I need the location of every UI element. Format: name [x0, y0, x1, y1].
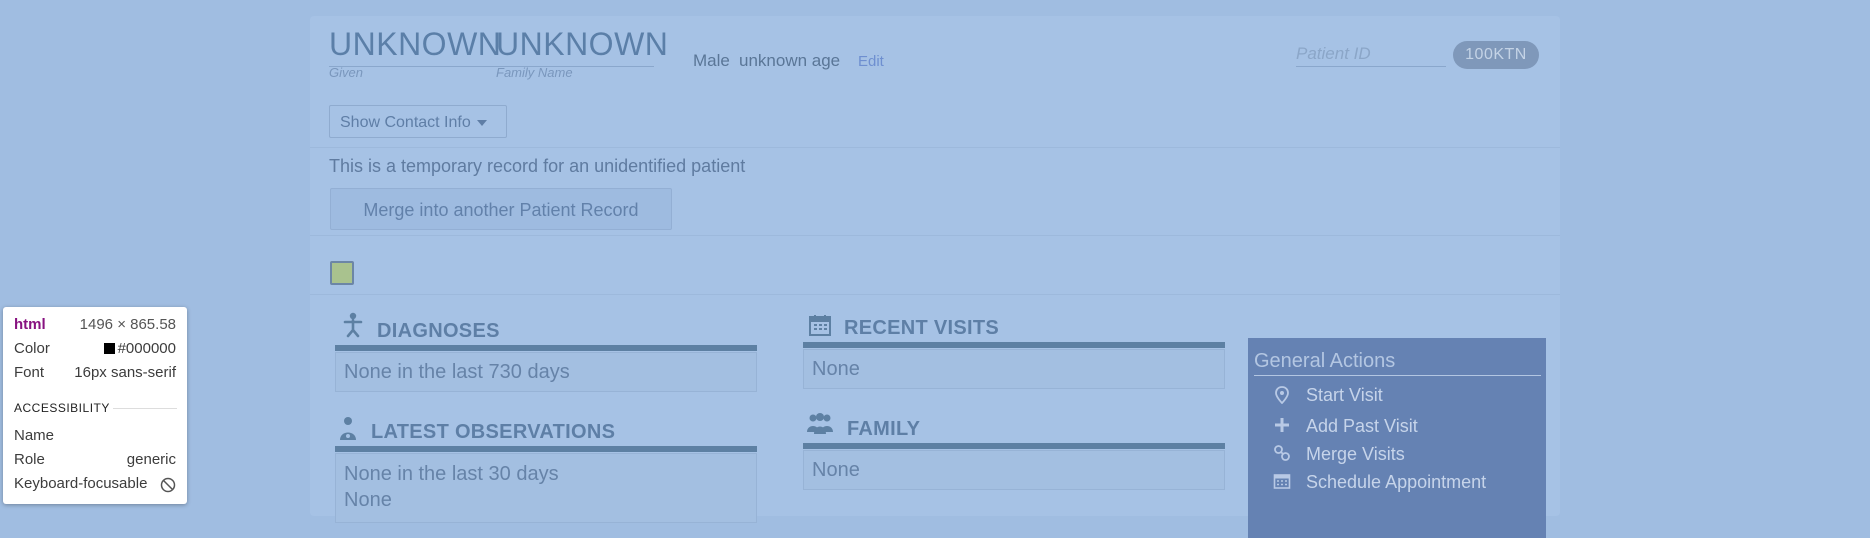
recent-visits-empty-text: None [812, 358, 860, 380]
family-name: UNKNOWN [496, 26, 669, 62]
latest-observations-empty-text: None in the last 30 days [344, 463, 559, 485]
family-body: None [803, 450, 1225, 490]
doctor-icon [340, 417, 356, 440]
gender-text: Male [693, 51, 730, 70]
inspector-tag: html [14, 316, 46, 333]
calendar-icon [809, 315, 831, 336]
recent-visits-bar [803, 342, 1225, 348]
color-swatch-icon [103, 343, 115, 354]
patient-id-badge: 100KTN [1453, 41, 1539, 69]
given-name: UNKNOWN [329, 26, 502, 62]
plus-icon [1275, 418, 1289, 432]
inspector-role-label: Role [14, 451, 45, 468]
location-pin-icon [1275, 386, 1289, 404]
family-empty-text: None [812, 459, 860, 481]
age-text: unknown age [739, 51, 841, 70]
link-icon [1274, 445, 1290, 461]
sticky-note-band [310, 235, 1560, 295]
diagnoses-empty-text: None in the last 730 days [344, 361, 570, 383]
inspector-color-label: Color [14, 340, 50, 357]
inspector-role-value: generic [126, 451, 176, 468]
add-past-visit-action[interactable]: Add Past Visit [1306, 416, 1418, 437]
latest-observations-extra-text: None [344, 489, 392, 511]
calendar-icon [1273, 474, 1291, 489]
devtools-inspector-tooltip: html 1496 × 865.58 Color #000000 Font 16… [3, 307, 187, 504]
inspector-focusable-label: Keyboard-focusable [14, 475, 148, 492]
people-icon [807, 413, 833, 434]
edit-link[interactable]: Edit [858, 53, 884, 70]
not-allowed-icon [160, 477, 176, 493]
recent-visits-body: None [803, 349, 1225, 389]
diagnoses-bar [335, 345, 757, 351]
merge-visits-action[interactable]: Merge Visits [1306, 444, 1405, 465]
merge-patient-record-button[interactable]: Merge into another Patient Record [330, 188, 672, 230]
general-actions-title: General Actions [1254, 350, 1396, 372]
diagnosis-icon [343, 312, 363, 338]
temporary-record-message: This is a temporary record for an uniden… [329, 156, 746, 176]
family-bar [803, 443, 1225, 449]
caret-down-icon [476, 119, 487, 126]
diagnoses-body: None in the last 730 days [335, 352, 757, 392]
patient-header: UNKNOWN UNKNOWN Given Family Name Male u… [310, 16, 1560, 146]
sticky-note-icon[interactable] [330, 261, 354, 285]
recent-visits-title: RECENT VISITS [844, 317, 1000, 339]
family-title: FAMILY [847, 418, 921, 440]
inspector-size: 1496 × 865.58 [79, 316, 176, 333]
latest-observations-title: LATEST OBSERVATIONS [371, 421, 616, 443]
inspector-font-value: 16px sans-serif [74, 364, 176, 381]
name-underline [329, 66, 654, 67]
diagnoses-title: DIAGNOSES [377, 320, 500, 342]
general-actions-divider [1254, 375, 1541, 376]
inspector-divider [113, 408, 177, 409]
inspector-color-value: #000000 [117, 340, 176, 357]
show-contact-info-button[interactable]: Show Contact Info [329, 105, 507, 138]
patient-id-label: Patient ID [1296, 44, 1446, 67]
start-visit-action[interactable]: Start Visit [1306, 385, 1383, 406]
patient-dashboard-card: UNKNOWN UNKNOWN Given Family Name Male u… [310, 16, 1560, 538]
inspector-accessibility-heading: ACCESSIBILITY [14, 401, 110, 415]
inspector-name-label: Name [14, 427, 55, 444]
latest-observations-body: None in the last 30 days None [335, 453, 757, 523]
show-contact-info-label: Show Contact Info [340, 114, 471, 131]
inspector-color-value-wrap: #000000 [103, 340, 176, 357]
family-name-label: Family Name [496, 65, 573, 80]
general-actions-panel: General Actions Start Visit Add Past Vis… [1248, 338, 1546, 538]
inspector-font-label: Font [14, 364, 45, 381]
given-label: Given [329, 65, 363, 80]
schedule-appointment-action[interactable]: Schedule Appointment [1306, 472, 1486, 493]
latest-observations-bar [335, 446, 757, 452]
